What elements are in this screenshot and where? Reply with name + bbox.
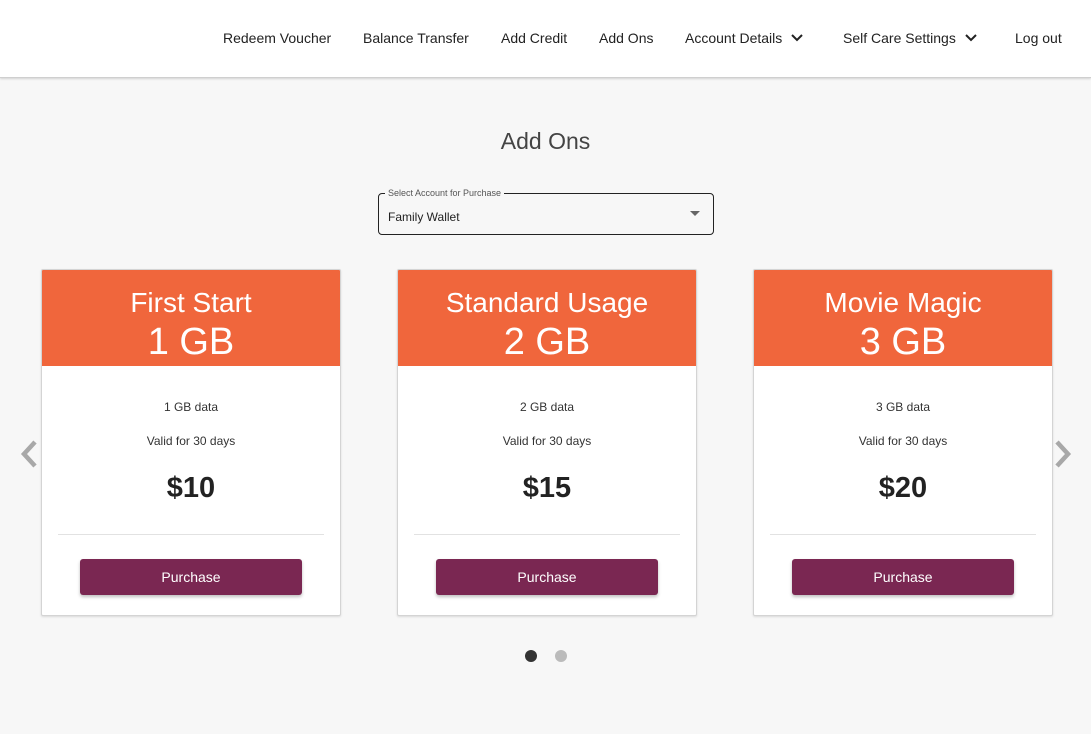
nav-account-details[interactable]: Account Details xyxy=(685,30,804,46)
chevron-right-icon xyxy=(1055,440,1072,468)
chevron-down-icon xyxy=(790,33,804,43)
plan-card-header: Movie Magic 3 GB xyxy=(754,270,1052,366)
divider xyxy=(58,534,324,535)
plan-price: $15 xyxy=(522,472,572,504)
plan-data: 3 GB data xyxy=(875,400,931,414)
chevron-left-icon xyxy=(20,440,37,468)
plan-name: Standard Usage xyxy=(445,287,649,318)
top-navigation-bar: Redeem Voucher Balance Transfer Add Cred… xyxy=(0,0,1091,78)
purchase-button-first-start[interactable]: Purchase xyxy=(80,559,302,595)
plan-validity: Valid for 30 days xyxy=(146,434,236,448)
account-select[interactable]: Select Account for Purchase Family Walle… xyxy=(378,188,714,235)
plan-size: 2 GB xyxy=(503,321,591,363)
plan-data: 2 GB data xyxy=(519,400,575,414)
plan-card-movie-magic: Movie Magic 3 GB 3 GB data Valid for 30 … xyxy=(753,269,1053,616)
nav-add-credit[interactable]: Add Credit xyxy=(501,30,567,46)
plan-size: 1 GB xyxy=(147,321,235,363)
plan-name: Movie Magic xyxy=(824,287,982,318)
nav-self-care-settings-label: Self Care Settings xyxy=(843,30,956,46)
chevron-down-icon xyxy=(964,33,978,43)
account-select-label: Select Account for Purchase xyxy=(385,188,505,199)
nav-add-ons[interactable]: Add Ons xyxy=(599,30,653,46)
nav-log-out[interactable]: Log out xyxy=(1015,30,1062,46)
plan-validity: Valid for 30 days xyxy=(502,434,592,448)
nav-redeem-voucher-label: Redeem Voucher xyxy=(223,30,332,46)
divider xyxy=(414,534,680,535)
plan-validity: Valid for 30 days xyxy=(858,434,948,448)
nav-add-credit-label: Add Credit xyxy=(501,30,568,46)
nav-balance-transfer[interactable]: Balance Transfer xyxy=(363,30,469,46)
account-select-value: Family Wallet xyxy=(388,210,460,224)
carousel-dot-1[interactable] xyxy=(525,650,537,662)
caret-down-icon xyxy=(690,211,700,216)
carousel-next-button[interactable] xyxy=(1052,438,1076,470)
purchase-button-movie-magic[interactable]: Purchase xyxy=(792,559,1014,595)
plan-card-standard-usage: Standard Usage 2 GB 2 GB data Valid for … xyxy=(397,269,697,616)
divider xyxy=(770,534,1036,535)
nav-self-care-settings[interactable]: Self Care Settings xyxy=(843,30,978,46)
nav-redeem-voucher[interactable]: Redeem Voucher xyxy=(223,30,331,46)
nav-balance-transfer-label: Balance Transfer xyxy=(363,30,469,46)
plan-price: $10 xyxy=(166,472,216,504)
page-title: Add Ons xyxy=(500,128,591,154)
plan-card-first-start: First Start 1 GB 1 GB data Valid for 30 … xyxy=(41,269,341,616)
plan-data: 1 GB data xyxy=(163,400,219,414)
plan-price: $20 xyxy=(878,472,928,504)
purchase-button-standard-usage[interactable]: Purchase xyxy=(436,559,658,595)
plan-card-header: First Start 1 GB xyxy=(42,270,340,366)
nav-add-ons-label: Add Ons xyxy=(599,30,654,46)
plan-card-header: Standard Usage 2 GB xyxy=(398,270,696,366)
nav-log-out-label: Log out xyxy=(1015,30,1062,46)
nav-account-details-label: Account Details xyxy=(685,30,783,46)
carousel-dot-2[interactable] xyxy=(555,650,567,662)
carousel-prev-button[interactable] xyxy=(16,438,40,470)
plan-size: 3 GB xyxy=(859,321,947,363)
plan-name: First Start xyxy=(130,287,252,318)
